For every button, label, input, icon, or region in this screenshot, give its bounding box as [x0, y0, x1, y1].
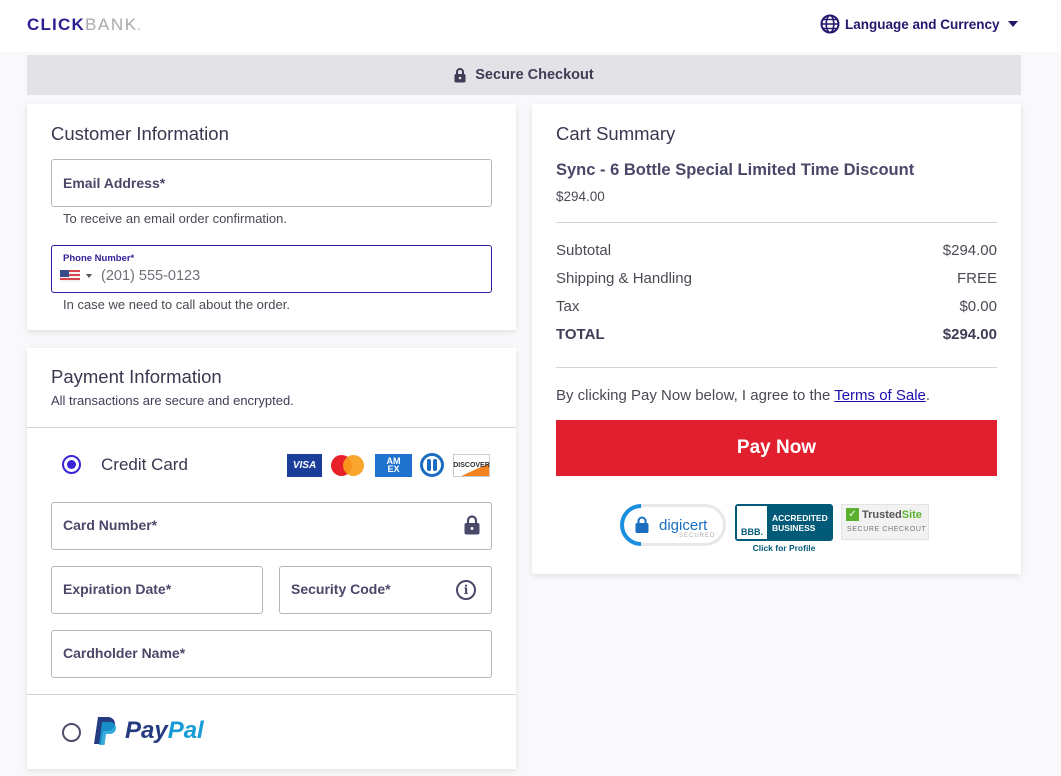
digicert-sub: SECURED — [679, 533, 716, 539]
email-hint: To receive an email order confirmation. — [63, 211, 287, 226]
trusted-text: Trusted — [862, 508, 902, 521]
paypal-word-pay: Pay — [125, 717, 168, 744]
cart-summary-card: Cart Summary Sync - 6 Bottle Special Lim… — [532, 104, 1021, 574]
tax-value: $0.00 — [959, 298, 997, 315]
cardholder-name-field[interactable]: Cardholder Name* — [51, 630, 492, 678]
trust-badges: digicert SECURED BBB. ACCREDITED BUSINES… — [611, 495, 929, 555]
amex-logo: AM EX — [375, 453, 412, 477]
logo-suffix: . — [137, 22, 142, 32]
card-number-field[interactable]: Card Number* — [51, 502, 492, 550]
top-bar: CLICKBANK. Language and Currency — [0, 0, 1061, 52]
trustedsite-badge[interactable]: ✓ Trusted Site SECURE CHECKOUT — [841, 504, 929, 540]
email-field[interactable]: Email Address* — [51, 159, 492, 207]
site-text: Site — [901, 508, 922, 521]
lock-icon — [635, 516, 649, 533]
secure-checkout-label: Secure Checkout — [475, 67, 594, 83]
payment-subtitle: All transactions are secure and encrypte… — [51, 393, 294, 408]
bbb-profile-link[interactable]: Click for Profile — [735, 543, 833, 553]
chevron-down-icon — [1007, 21, 1018, 27]
divider — [27, 427, 516, 428]
expiration-date-field[interactable]: Expiration Date* — [51, 566, 263, 614]
subtotal-row: Subtotal $294.00 — [556, 242, 997, 259]
diners-club-logo — [420, 453, 444, 477]
clickbank-logo[interactable]: CLICKBANK. — [27, 15, 141, 35]
trusted-sub: SECURE CHECKOUT — [847, 526, 927, 533]
product-name: Sync - 6 Bottle Special Limited Time Dis… — [556, 161, 915, 179]
expiration-date-label: Expiration Date* — [63, 581, 172, 597]
checkmark-icon: ✓ — [846, 508, 859, 521]
subtotal-label: Subtotal — [556, 242, 612, 259]
divider — [556, 222, 997, 223]
lock-icon — [464, 515, 480, 535]
cardholder-name-label: Cardholder Name* — [63, 645, 186, 661]
visa-logo: VISA — [287, 453, 322, 477]
total-label: TOTAL — [556, 326, 605, 343]
lock-icon — [454, 67, 466, 82]
logo-secondary: BANK — [84, 15, 138, 34]
card-brand-logos: VISA AM EX DISCOVER — [287, 453, 490, 477]
product-price: $294.00 — [556, 189, 605, 204]
total-value: $294.00 — [942, 326, 997, 343]
credit-card-radio[interactable] — [62, 455, 81, 474]
logo-primary: CLICK — [27, 15, 85, 34]
globe-icon — [820, 14, 840, 34]
secure-checkout-bar: Secure Checkout — [27, 55, 1021, 95]
paypal-p-icon — [94, 717, 116, 745]
terms-agreement: By clicking Pay Now below, I agree to th… — [556, 387, 930, 404]
security-code-label: Security Code* — [291, 581, 391, 597]
phone-label: Phone Number* — [63, 253, 135, 264]
pay-now-button[interactable]: Pay Now — [556, 420, 997, 476]
tax-label: Tax — [556, 298, 580, 315]
paypal-radio[interactable] — [62, 723, 81, 742]
phone-field[interactable]: Phone Number* (201) 555-0123 — [51, 245, 492, 293]
shipping-value: FREE — [956, 270, 997, 287]
language-currency-button[interactable]: Language and Currency — [820, 14, 1018, 34]
us-flag-icon[interactable] — [60, 270, 80, 282]
shipping-label: Shipping & Handling — [556, 270, 692, 287]
discover-logo: DISCOVER — [453, 453, 490, 477]
divider — [556, 367, 997, 368]
divider — [27, 694, 516, 695]
agree-suffix: . — [925, 387, 931, 404]
security-code-field[interactable]: Security Code* i — [279, 566, 492, 614]
credit-card-label: Credit Card — [101, 455, 188, 474]
card-number-label: Card Number* — [63, 517, 158, 533]
tax-row: Tax $0.00 — [556, 298, 997, 315]
mastercard-logo — [331, 454, 367, 477]
digicert-badge[interactable]: digicert SECURED — [611, 495, 726, 555]
country-dropdown-icon[interactable] — [86, 274, 92, 278]
bbb-line-1: ACCREDITED — [772, 512, 828, 523]
paypal-logo[interactable]: PayPal — [93, 716, 204, 746]
subtotal-value: $294.00 — [942, 242, 997, 259]
digicert-text: digicert — [659, 516, 708, 534]
customer-information-title: Customer Information — [51, 123, 229, 144]
paypal-word-pal: Pal — [167, 717, 204, 744]
agree-text: By clicking Pay Now below, I agree to th… — [556, 387, 835, 404]
info-icon[interactable]: i — [456, 580, 476, 600]
bbb-badge[interactable]: BBB. ACCREDITED BUSINESS Click for Profi… — [735, 504, 833, 553]
shipping-row: Shipping & Handling FREE — [556, 270, 997, 287]
payment-information-card: Payment Information All transactions are… — [27, 348, 516, 769]
terms-of-sale-link[interactable]: Terms of Sale — [834, 387, 926, 404]
customer-information-card: Customer Information Email Address* To r… — [27, 104, 516, 330]
total-row: TOTAL $294.00 — [556, 326, 997, 343]
language-label: Language and Currency — [845, 16, 1000, 32]
phone-placeholder: (201) 555-0123 — [101, 268, 201, 284]
bbb-line-2: BUSINESS — [772, 522, 816, 533]
email-label: Email Address* — [63, 175, 166, 191]
cart-summary-title: Cart Summary — [556, 123, 676, 144]
bbb-logo: BBB. — [737, 506, 767, 539]
payment-information-title: Payment Information — [51, 366, 222, 387]
phone-hint: In case we need to call about the order. — [63, 297, 290, 312]
